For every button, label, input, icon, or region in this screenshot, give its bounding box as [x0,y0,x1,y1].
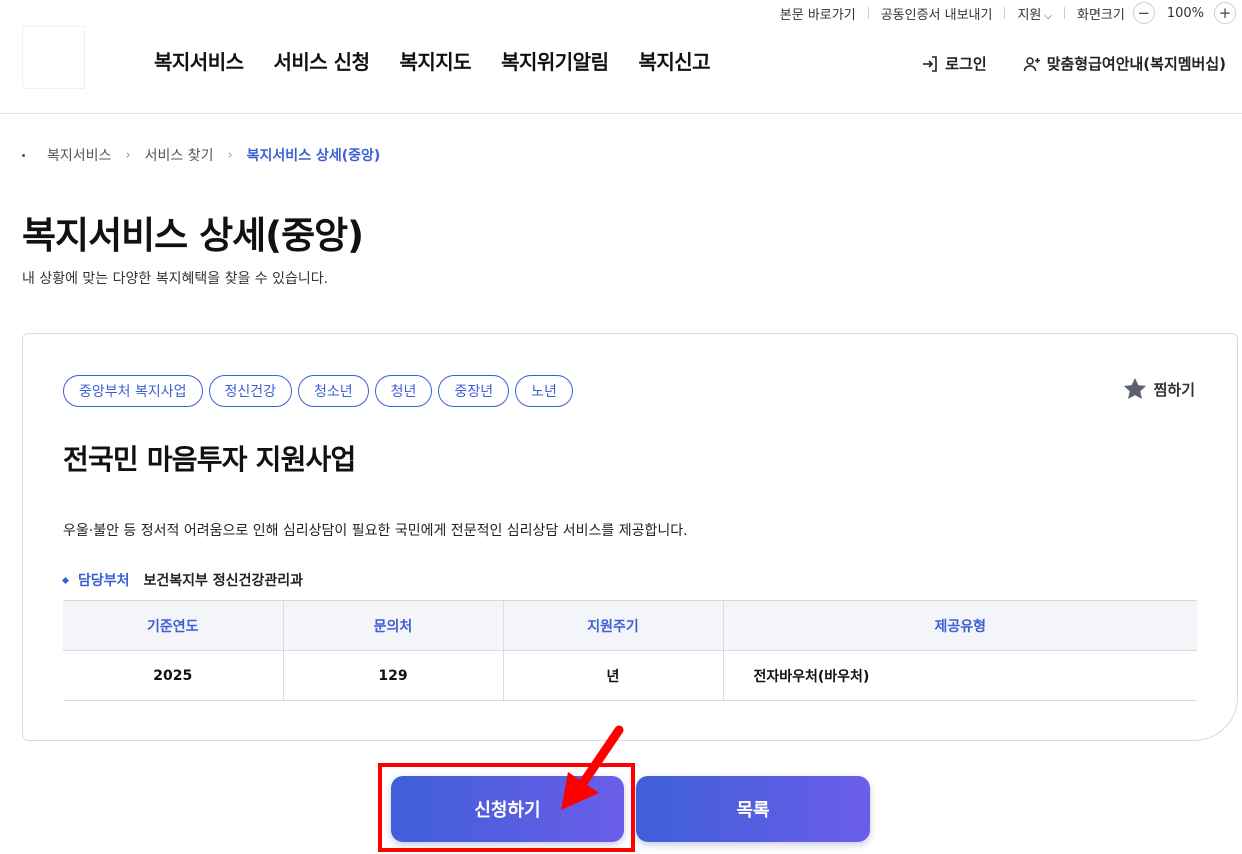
cell-contact: 129 [282,650,503,701]
star-icon [1123,377,1146,399]
cell-provision-type: 전자바우처(바우처) [722,650,1197,701]
nav-item-welfare-map[interactable]: 복지지도 [399,46,471,75]
zoom-label: 화면크기 [1076,7,1125,23]
support-dropdown[interactable]: 지원 ⌵ [1005,4,1064,23]
chevron-right-icon: › [125,147,131,163]
header-divider [0,113,1242,114]
zoom-out-button[interactable]: − [1132,2,1155,24]
membership-label: 맞춤형급여안내(복지멤버십) [1046,55,1226,73]
department-label: 담당부처 [78,573,130,589]
home-bullet-icon [22,153,25,157]
service-info-table: 기준연도 문의처 지원주기 제공유형 2025 129 년 전자바우처(바우처) [63,600,1197,701]
breadcrumb-item-welfare-services[interactable]: 복지서비스 [47,145,111,165]
column-header-contact: 문의처 [282,600,503,651]
service-detail-card: 중앙부처 복지사업 정신건강 청소년 청년 중장년 노년 찜하기 전국민 마음투… [22,333,1238,741]
column-header-provision-type: 제공유형 [722,600,1197,651]
support-label: 지원 [1017,7,1042,23]
user-add-icon [1023,56,1040,71]
header-actions: 로그인 맞춤형급여안내(복지멤버십) [921,53,1226,74]
tag-mental-health[interactable]: 정신건강 [208,375,293,407]
apply-button[interactable]: 신청하기 [391,776,624,842]
zoom-control: 화면크기 − 100% + [1065,2,1242,24]
tag-adolescent[interactable]: 청소년 [298,375,369,407]
nav-item-welfare-report[interactable]: 복지신고 [638,46,710,75]
service-description: 우울·불안 등 정서적 어려움으로 인해 심리상담이 필요한 국민에게 전문적인… [63,523,688,539]
login-label: 로그인 [945,55,987,73]
chevron-down-icon: ⌵ [1044,10,1052,22]
table-header-row: 기준연도 문의처 지원주기 제공유형 [63,600,1197,651]
department-value: 보건복지부 정신건강관리과 [143,573,303,589]
nav-item-service-application[interactable]: 서비스 신청 [274,46,370,75]
list-button[interactable]: 목록 [636,776,870,842]
nav-item-crisis-alert[interactable]: 복지위기알림 [501,46,609,75]
breadcrumb-item-current: 복지서비스 상세(중앙) [246,148,381,164]
page-title: 복지서비스 상세(중앙) [22,214,364,257]
membership-link[interactable]: 맞춤형급여안내(복지멤버십) [1023,53,1226,74]
nav-item-welfare-services[interactable]: 복지서비스 [154,46,244,75]
page-subtitle: 내 상황에 맞는 다양한 복지혜택을 찾을 수 있습니다. [22,271,329,287]
table-row: 2025 129 년 전자바우처(바우처) [63,650,1197,701]
tag-central-ministry[interactable]: 중앙부처 복지사업 [63,375,203,407]
zoom-in-button[interactable]: + [1214,2,1236,24]
tag-middle-aged[interactable]: 중장년 [438,375,510,407]
breadcrumb: 복지서비스 › 서비스 찾기 › 복지서비스 상세(중앙) [22,145,380,165]
column-header-support-cycle: 지원주기 [502,600,723,651]
login-link[interactable]: 로그인 [921,53,987,74]
login-icon [923,55,938,72]
skip-to-content-link[interactable]: 본문 바로가기 [768,4,868,23]
cell-support-cycle: 년 [502,650,723,701]
utility-bar: 본문 바로가기 공동인증서 내보내기 지원 ⌵ 화면크기 − 100% + [768,0,1242,26]
cell-base-year: 2025 [63,650,283,701]
tag-list: 중앙부처 복지사업 정신건강 청소년 청년 중장년 노년 [63,375,573,407]
diamond-bullet-icon [61,576,70,584]
breadcrumb-item-service-search[interactable]: 서비스 찾기 [145,145,214,165]
zoom-value: 100% [1166,5,1204,21]
main-nav: 복지서비스 서비스 신청 복지지도 복지위기알림 복지신고 [154,46,711,75]
department-row: 담당부처 보건복지부 정신건강관리과 [61,570,303,590]
service-title: 전국민 마음투자 지원사업 [63,443,356,476]
column-header-base-year: 기준연도 [63,600,283,651]
favorite-label: 찜하기 [1153,380,1195,399]
site-logo[interactable] [22,26,85,89]
cert-export-link[interactable]: 공동인증서 내보내기 [869,4,1005,23]
favorite-button[interactable]: 찜하기 [1122,376,1195,402]
chevron-right-icon: › [227,147,233,163]
tag-senior[interactable]: 노년 [515,375,573,407]
tag-youth[interactable]: 청년 [374,375,433,407]
